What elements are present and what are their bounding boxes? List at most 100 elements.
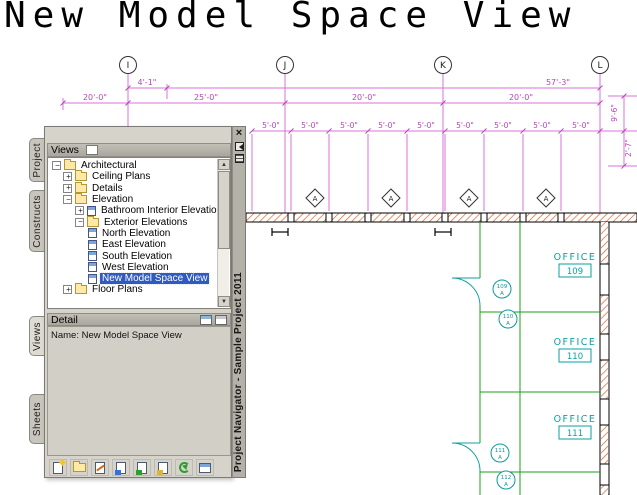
door-swings <box>451 277 481 472</box>
tree-item-exterior-elevations[interactable]: Exterior Elevations <box>48 215 218 228</box>
door-tag-letter: A <box>500 291 504 297</box>
dim-label: 20'-0" <box>83 93 107 102</box>
door-tag-number: 111 <box>495 448 506 454</box>
tree-item-architectural[interactable]: Architectural <box>48 159 218 172</box>
new-view-button[interactable] <box>49 459 67 476</box>
detail-pane-title: Detail <box>51 313 78 326</box>
tab-constructs[interactable]: Constructs <box>29 190 45 252</box>
palette-titlebar[interactable]: Project Navigator - Sample Project 2011 <box>232 126 246 478</box>
properties-icon[interactable] <box>234 154 244 163</box>
model-space-view-icon <box>88 262 97 273</box>
dim-label: 9'-6" <box>610 104 619 122</box>
tree-item-west-elevation[interactable]: West Elevation <box>48 262 218 273</box>
edit-view-icon <box>95 461 105 474</box>
door-tag-number: 112 <box>501 475 512 481</box>
views-pane-header: Views <box>47 143 231 157</box>
tree-item-details[interactable]: Details <box>48 181 218 194</box>
detail-view-icon[interactable] <box>200 314 212 325</box>
detail-pane: Name: New Model Space View <box>47 326 231 456</box>
tree-item-floor-plans[interactable]: Floor Plans <box>48 283 218 296</box>
folder-icon <box>75 193 87 205</box>
attach-construct-button[interactable] <box>133 459 151 476</box>
window-tag-label: A <box>467 195 472 203</box>
scroll-down-icon[interactable]: ▼ <box>218 296 230 307</box>
tree-item-label: North Elevation <box>102 227 171 239</box>
door-tag-letter: A <box>498 455 502 461</box>
section-marker <box>271 228 452 236</box>
dim-label: 5'-0" <box>378 121 396 130</box>
new-category-icon <box>72 461 86 472</box>
grid-bubble-label: J <box>283 61 287 71</box>
collapse-icon[interactable] <box>63 195 73 205</box>
edit-view-button[interactable] <box>91 459 109 476</box>
tree-item-east-elevation[interactable]: East Elevation <box>48 239 218 250</box>
folder-icon <box>64 159 76 171</box>
repath-xref-icon <box>199 462 211 473</box>
dim-label: 5'-0" <box>572 121 590 130</box>
tree-item-south-elevation[interactable]: South Elevation <box>48 250 218 262</box>
new-view-icon[interactable] <box>85 145 98 155</box>
palette-body: Views Architectural Ceiling Plans <box>44 126 232 478</box>
tree-item-label: Architectural <box>81 160 137 172</box>
door-tag-number: 109 <box>497 284 508 290</box>
dim-label: 4'-1" <box>138 78 157 87</box>
tree-item-bathroom-interior-elevations[interactable]: Bathroom Interior Elevations <box>48 205 227 216</box>
door-tags: 109 A 110 A 111 A 112 A <box>490 279 518 490</box>
model-space-view-icon <box>88 239 97 250</box>
open-view-button[interactable] <box>112 459 130 476</box>
dim-label: 20'-0" <box>509 93 533 102</box>
dim-label: 5'-0" <box>456 121 474 130</box>
window-tag-label: A <box>389 195 394 203</box>
repath-xref-button[interactable] <box>196 459 214 476</box>
tree-item-label: Details <box>92 182 123 194</box>
detail-pane-header: Detail <box>47 313 231 326</box>
collapse-icon[interactable] <box>52 161 62 171</box>
expand-icon[interactable] <box>63 183 73 193</box>
tree-item-label: South Elevation <box>102 250 173 262</box>
application-viewport: { "title": "New Model Space View", "draw… <box>0 0 637 495</box>
close-icon[interactable] <box>233 128 245 140</box>
scroll-up-icon[interactable]: ▲ <box>218 159 230 170</box>
views-tree: Architectural Ceiling Plans Details Elev… <box>47 157 231 309</box>
model-space-view-title: New Model Space View <box>4 0 578 36</box>
palette-title: Project Navigator - Sample Project 2011 <box>233 271 244 472</box>
dim-label: 5'-0" <box>301 121 319 130</box>
folder-icon <box>75 170 87 182</box>
grid-bubble-label: I <box>127 61 130 71</box>
refresh-project-button[interactable] <box>175 459 193 476</box>
view-properties-button[interactable] <box>154 459 172 476</box>
tree-item-north-elevation[interactable]: North Elevation <box>48 228 218 239</box>
folder-icon <box>87 215 99 227</box>
tab-views[interactable]: Views <box>29 316 45 356</box>
scrollbar-thumb[interactable] <box>218 171 230 249</box>
tree-item-label: West Elevation <box>102 261 169 273</box>
expand-icon[interactable] <box>63 172 73 182</box>
auto-hide-icon[interactable] <box>234 142 244 151</box>
tab-sheets[interactable]: Sheets <box>29 394 45 444</box>
tree-item-label: Exterior Elevations <box>104 216 188 228</box>
expand-icon[interactable] <box>63 285 73 295</box>
model-space-view-icon <box>88 273 97 284</box>
preview-view-icon[interactable] <box>215 314 227 325</box>
tree-item-label: Floor Plans <box>92 284 143 296</box>
tree-item-ceiling-plans[interactable]: Ceiling Plans <box>48 170 218 183</box>
tab-project[interactable]: Project <box>29 138 45 182</box>
tree-item-label: Ceiling Plans <box>92 171 151 183</box>
tab-project-label: Project <box>32 142 43 178</box>
room-name: OFFICE <box>554 414 597 425</box>
tree-scrollbar[interactable]: ▲ ▼ <box>217 159 230 307</box>
tree-item-new-model-space-view[interactable]: New Model Space View <box>48 272 218 286</box>
folder-icon <box>75 181 87 193</box>
new-category-button[interactable] <box>70 459 88 476</box>
collapse-icon[interactable] <box>75 217 85 227</box>
dim-label: 5'-0" <box>417 121 435 130</box>
view-drawing-icon <box>87 205 96 216</box>
model-space-view-icon <box>88 228 97 239</box>
detail-name-text: Name: New Model Space View <box>51 330 182 341</box>
dim-label: 5'-0" <box>533 121 551 130</box>
expand-icon[interactable] <box>75 206 85 216</box>
tree-item-label-selected: New Model Space View <box>98 272 211 286</box>
room-number: 109 <box>567 267 583 277</box>
tree-item-elevation[interactable]: Elevation <box>48 193 218 205</box>
grid-bubble-label: L <box>597 61 602 71</box>
